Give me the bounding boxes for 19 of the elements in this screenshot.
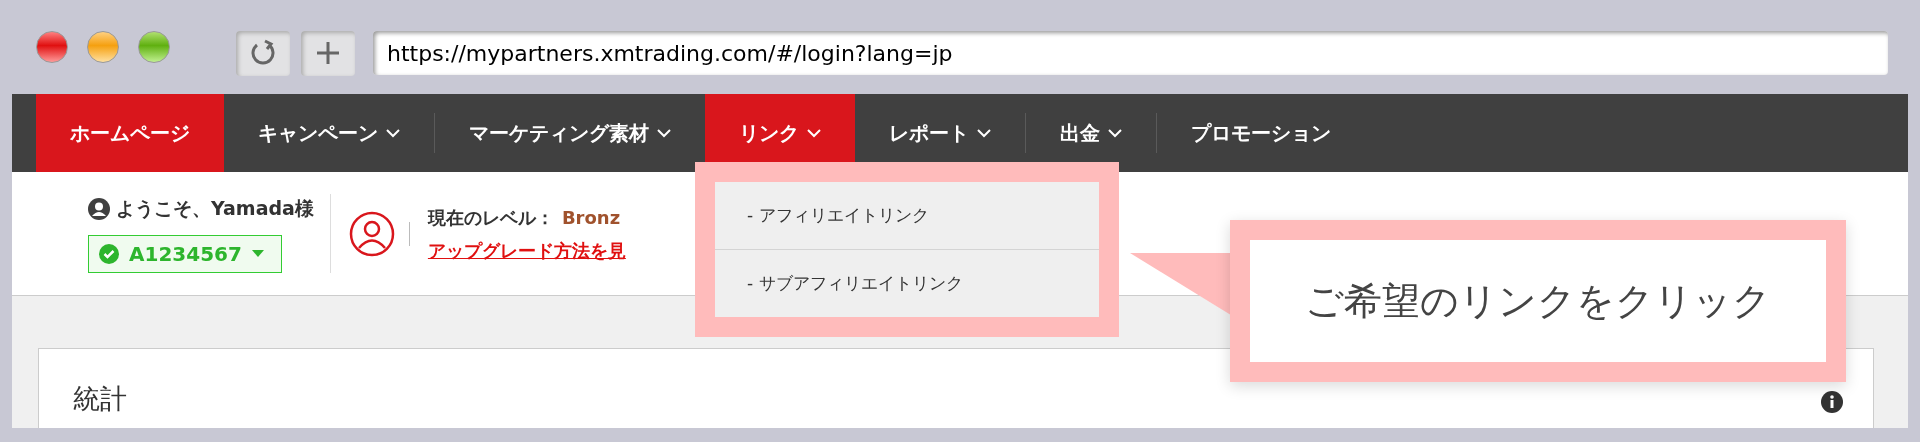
callout-text: ご希望のリンクをクリック: [1305, 277, 1771, 325]
close-light-icon[interactable]: [36, 31, 68, 63]
plus-icon: [316, 41, 340, 65]
welcome-text: ようこそ、Yamada様: [116, 196, 314, 222]
menu-item[interactable]: - アフィリエイトリンク: [715, 182, 1099, 249]
upgrade-link[interactable]: アップグレード方法を見: [427, 236, 626, 264]
nav-tab[interactable]: ホームページ: [36, 94, 224, 172]
level-value: Bronz: [561, 205, 621, 230]
card-title: 統計: [73, 382, 127, 416]
info-icon[interactable]: [1821, 391, 1843, 413]
address-field[interactable]: https://mypartners.xmtrading.com/#/login?lang=jp: [373, 31, 1888, 75]
profile-icon: [348, 210, 395, 257]
new-tab-button[interactable]: [301, 30, 355, 76]
user-icon: [88, 197, 110, 220]
level-label: 現在のレベル：: [427, 205, 554, 230]
caret-icon: [251, 249, 264, 258]
reload-button[interactable]: [236, 30, 290, 76]
check-circle-icon: [99, 243, 119, 264]
menu-item[interactable]: - サブアフィリエイトリンク: [715, 249, 1099, 317]
